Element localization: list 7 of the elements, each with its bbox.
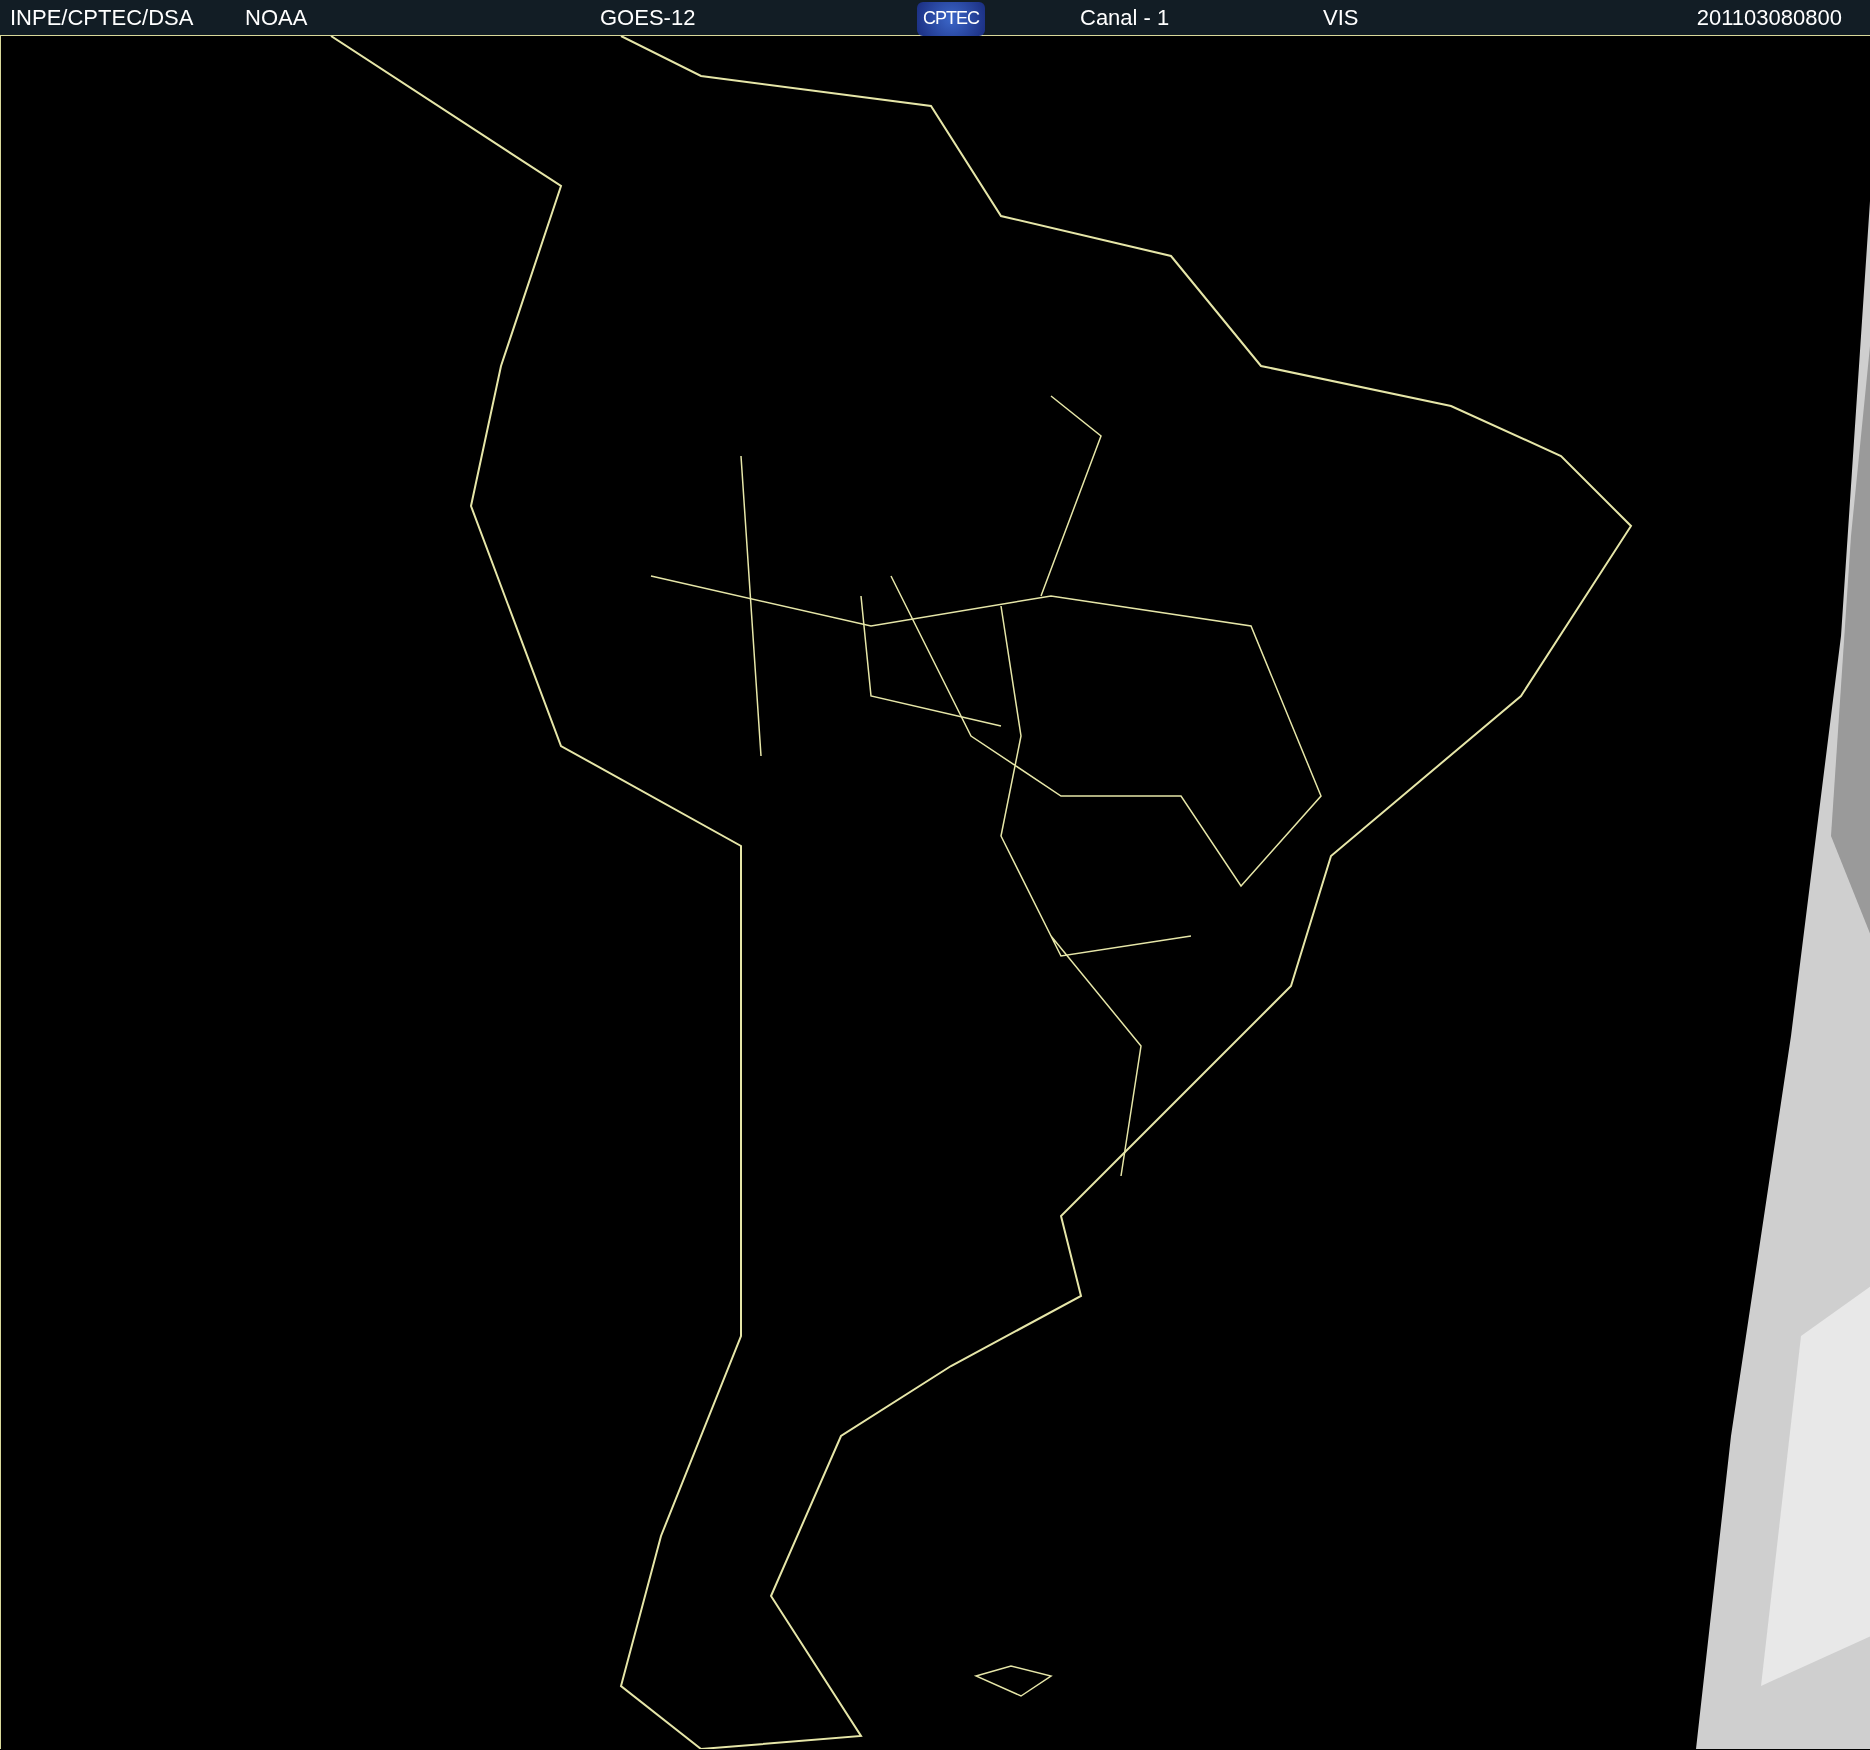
header-label: NOAA xyxy=(245,5,308,31)
logo: CPTEC xyxy=(917,1,985,36)
header-label: 201103080800 xyxy=(1696,4,1842,33)
header-label: GOES-12 xyxy=(600,5,696,31)
header-label: Canal - 1 xyxy=(1080,5,1170,31)
header-label: INPE/CPTEC/DSA xyxy=(10,5,194,31)
header-label: VIS xyxy=(1323,5,1359,31)
